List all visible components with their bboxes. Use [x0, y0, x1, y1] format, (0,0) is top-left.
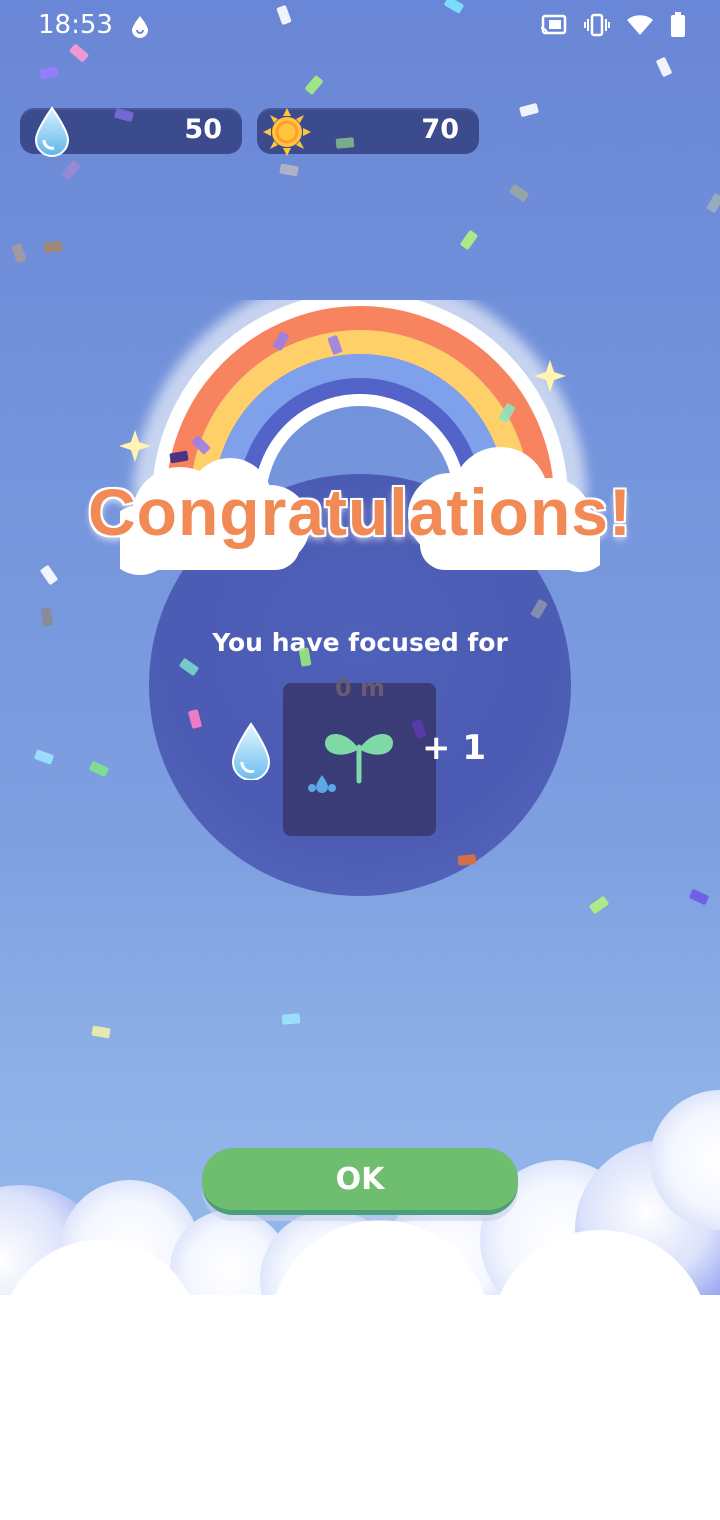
- confetti-layer: [0, 0, 720, 1100]
- bottom-clouds: [0, 1090, 720, 1520]
- ok-button[interactable]: OK: [202, 1148, 518, 1215]
